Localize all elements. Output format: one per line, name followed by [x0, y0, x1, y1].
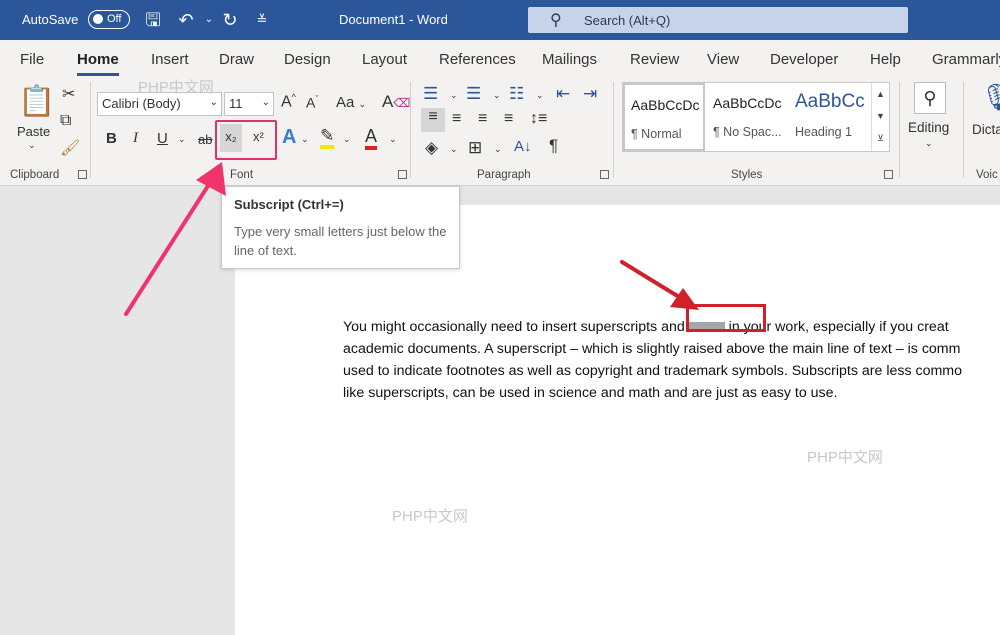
arrow-to-subscript-button: [124, 162, 226, 316]
annotation-arrows: [124, 162, 699, 316]
arrow-to-selected-word: [620, 260, 699, 310]
